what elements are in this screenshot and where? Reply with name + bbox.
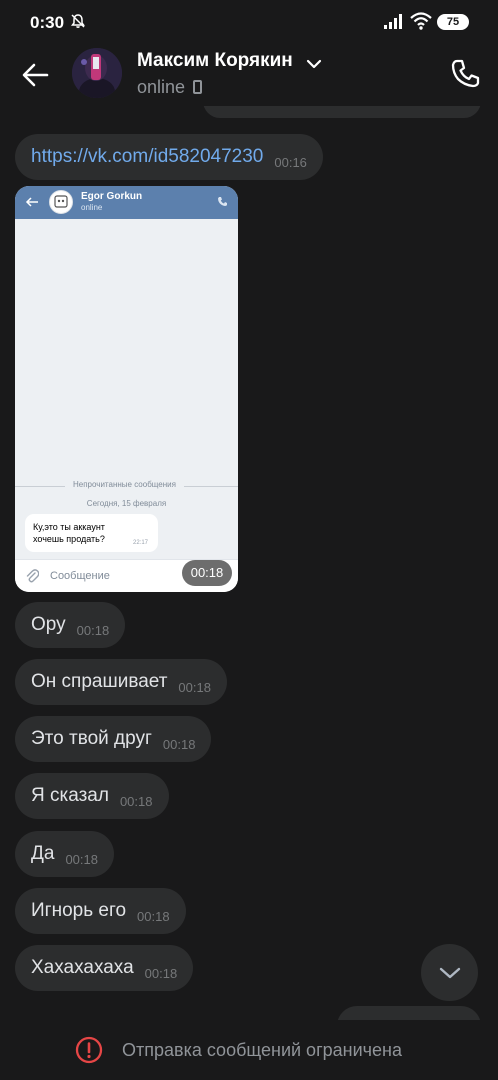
message-link[interactable]: https://vk.com/id582047230	[31, 146, 263, 168]
screenshot-chat-body	[15, 219, 238, 559]
phone-call-icon	[218, 197, 227, 206]
back-arrow-icon[interactable]	[18, 57, 54, 93]
bell-off-icon	[71, 14, 85, 28]
battery-icon: 75	[437, 14, 469, 30]
restriction-text: Отправка сообщений ограничена	[122, 1040, 402, 1060]
message-text: Ору	[31, 614, 66, 635]
message-bubble[interactable]: Это твой друг 00:18	[15, 716, 212, 762]
message-text: Это твой друг	[31, 728, 152, 749]
message-time: 00:16	[274, 154, 307, 170]
message-text: Он спрашивает	[31, 671, 168, 692]
unread-label: Непрочитанные сообщения	[65, 480, 184, 489]
screenshot-message-text: Ку,это ты аккаунт хочешь продать?	[33, 522, 105, 544]
next-message-bubble[interactable]	[337, 1006, 481, 1020]
message-bubble[interactable]: Игнорь его 00:18	[15, 888, 186, 934]
message-text: Хахахахаха	[31, 957, 134, 978]
composer-restricted-notice: Отправка сообщений ограничена	[0, 1020, 498, 1080]
message-time: 00:18	[65, 851, 98, 867]
warning-circle-icon	[75, 1036, 103, 1064]
message-text: Да	[31, 843, 55, 864]
message-time: 00:18	[144, 965, 178, 981]
chevron-down-icon	[439, 967, 460, 978]
message-time: 00:18	[137, 908, 170, 924]
message-time: 00:18	[119, 793, 153, 809]
phone-call-icon[interactable]	[448, 55, 484, 91]
message-list[interactable]: https://vk.com/id582047230 00:16 Egor Go…	[0, 106, 498, 1020]
message-text: Игнорь его	[31, 900, 127, 921]
screenshot-contact-status: online	[81, 203, 103, 212]
photo-attachment[interactable]: Egor Gorkun online Непрочитанные сообщен…	[15, 186, 238, 592]
back-arrow-icon	[25, 197, 38, 207]
message-bubble[interactable]: Я сказал 00:18	[15, 773, 169, 819]
message-time: 00:18	[76, 622, 110, 638]
screenshot-contact-name: Egor Gorkun	[81, 191, 143, 202]
message-bubble-link[interactable]: https://vk.com/id582047230 00:16	[15, 134, 323, 180]
scroll-down-button[interactable]	[421, 944, 478, 1001]
screenshot-message-time: 22:17	[133, 540, 149, 546]
avatar[interactable]	[72, 48, 122, 98]
screenshot-avatar	[49, 190, 73, 214]
contact-name[interactable]: Максим Корякин	[137, 50, 293, 72]
phone-device-icon	[193, 80, 202, 94]
paperclip-icon	[26, 569, 39, 583]
message-bubble[interactable]: Он спрашивает 00:18	[15, 659, 227, 705]
message-bubble[interactable]: Да 00:18	[15, 831, 114, 877]
message-bubble[interactable]: Ору 00:18	[15, 602, 126, 648]
chat-header: Максим Корякин online	[0, 44, 498, 106]
screenshot-composer-placeholder: Сообщение	[50, 570, 110, 582]
screenshot-header: Egor Gorkun online	[15, 186, 238, 219]
contact-status: online	[137, 77, 186, 97]
signal-icon	[384, 14, 402, 29]
message-bubble[interactable]: Хахахахаха 00:18	[15, 945, 194, 991]
status-time: 0:30	[30, 13, 65, 32]
status-bar: 0:30 75	[0, 0, 498, 44]
photo-time: 00:18	[182, 560, 232, 586]
chevron-down-icon[interactable]	[306, 58, 322, 70]
battery-level: 75	[446, 16, 460, 28]
previous-message-bubble[interactable]	[203, 106, 481, 118]
message-time: 00:18	[162, 736, 196, 752]
screenshot-message-bubble: Ку,это ты аккаунт хочешь продать? 22:17	[25, 514, 158, 552]
message-time: 00:18	[178, 679, 211, 695]
date-label: Сегодня, 15 февраля	[86, 499, 167, 508]
message-text: Я сказал	[31, 785, 109, 806]
wifi-icon	[410, 12, 432, 30]
